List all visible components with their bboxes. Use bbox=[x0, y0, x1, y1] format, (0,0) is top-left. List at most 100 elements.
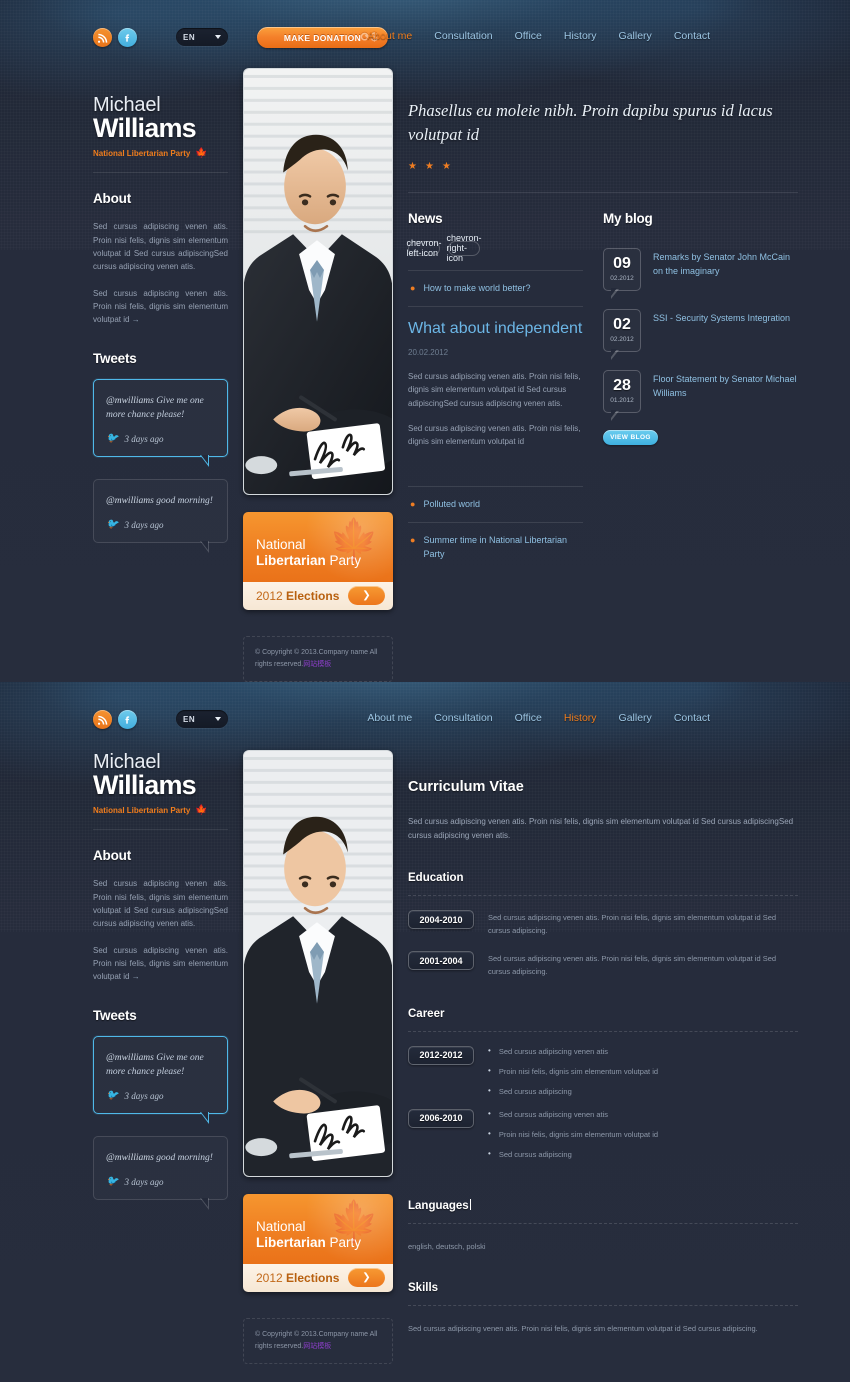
bullet-icon: • bbox=[488, 1148, 491, 1158]
language-value: EN bbox=[183, 714, 196, 724]
tweet-time: 3 days ago bbox=[124, 1176, 164, 1187]
language-selector[interactable]: EN bbox=[176, 710, 228, 728]
chevron-down-icon bbox=[215, 35, 221, 39]
tweet-item[interactable]: @mwilliams good morning! 🐦 3 days ago bbox=[93, 479, 228, 554]
banner-top: 🍁 National Libertarian Party bbox=[243, 1194, 393, 1264]
tweet-handle[interactable]: @mwilliams bbox=[106, 396, 154, 406]
facebook-icon[interactable] bbox=[118, 710, 137, 729]
tweet-tail-inner bbox=[201, 455, 208, 465]
brand-logo[interactable]: Michael Williams National Libertarian Pa… bbox=[93, 95, 228, 160]
career-row: 2012-2012 • Sed cursus adipiscing venen a… bbox=[408, 1045, 798, 1107]
nav-item-consultation[interactable]: Consultation bbox=[434, 30, 492, 42]
news-list-item[interactable]: ● Polluted world bbox=[408, 487, 583, 523]
nav-item-about-me[interactable]: About me bbox=[367, 30, 412, 42]
career-item-text: Sed cursus adipiscing venen atis bbox=[498, 1109, 609, 1119]
date-badge: 02 02.2012 bbox=[603, 308, 641, 360]
brand-logo[interactable]: Michael Williams National Libertarian Pa… bbox=[93, 752, 228, 817]
brand-party-label: National Libertarian Party bbox=[93, 806, 191, 816]
tweet-tail-inner bbox=[201, 1198, 208, 1208]
tweet-handle[interactable]: @mwilliams bbox=[106, 496, 154, 506]
about-paragraph-2-text: Sed cursus adipiscing venen atis. Proin … bbox=[93, 289, 228, 325]
footer-copyright: © Copyright © 2013.Company name All righ… bbox=[243, 636, 393, 682]
chevron-right-icon: chevron-right-icon bbox=[446, 233, 482, 264]
tweet-item[interactable]: @mwilliams Give me one more chance pleas… bbox=[93, 1035, 228, 1125]
maple-leaf-icon: 🍁 bbox=[195, 148, 208, 160]
tweet-meta: 🐦 3 days ago bbox=[106, 519, 215, 530]
news-next-button[interactable]: chevron-right-icon bbox=[447, 233, 482, 263]
party-banner[interactable]: 🍁 National Libertarian Party 2012 Electi… bbox=[243, 512, 393, 610]
nav-item-history[interactable]: History bbox=[564, 30, 597, 42]
tweet-body: good morning! bbox=[156, 1153, 213, 1164]
bullet-icon: ● bbox=[410, 498, 416, 509]
news-headline[interactable]: What about independent bbox=[408, 319, 583, 339]
main-content: Phasellus eu moleie nibh. Proin dapibu s… bbox=[407, 75, 798, 572]
tweet-text: @mwilliams Give me one more chance pleas… bbox=[106, 1051, 215, 1080]
tweets-title: Tweets bbox=[93, 1007, 137, 1023]
party-banner[interactable]: 🍁 National Libertarian Party 2012 Electi… bbox=[243, 1194, 393, 1292]
view-blog-button[interactable]: VIEW BLOG bbox=[603, 429, 658, 445]
languages-value: english, deutsch, polski bbox=[408, 1241, 486, 1251]
nav-item-office[interactable]: Office bbox=[515, 30, 542, 42]
bullet-icon: • bbox=[488, 1065, 491, 1075]
nav-item-gallery[interactable]: Gallery bbox=[619, 30, 652, 42]
banner-go-button[interactable]: ❯ bbox=[348, 1268, 385, 1287]
career-title: Career bbox=[408, 1007, 445, 1020]
tweet-handle[interactable]: @mwilliams bbox=[106, 1153, 154, 1163]
tweet-item[interactable]: @mwilliams good morning! 🐦 3 days ago bbox=[93, 1136, 228, 1211]
languages-title[interactable]: Languages bbox=[408, 1198, 798, 1212]
about-title: About bbox=[93, 191, 131, 207]
nav-item-history[interactable]: History bbox=[564, 712, 597, 724]
facebook-icon[interactable] bbox=[118, 28, 137, 47]
language-selector[interactable]: EN bbox=[176, 28, 228, 46]
tweet-item[interactable]: @mwilliams Give me one more chance pleas… bbox=[93, 378, 228, 468]
blog-entry[interactable]: 02 02.2012 SSI - Security Systems Integr… bbox=[603, 308, 798, 360]
date-monthyear: 02.2012 bbox=[610, 336, 634, 344]
nav-item-contact[interactable]: Contact bbox=[674, 30, 710, 42]
maple-leaf-icon: 🍁 bbox=[329, 1200, 379, 1244]
arrow-right-icon[interactable]: → bbox=[132, 315, 140, 324]
year-badge: 2001-2004 bbox=[408, 951, 474, 971]
chevron-right-icon: ❯ bbox=[362, 590, 371, 601]
social-links bbox=[93, 28, 137, 47]
banner-line-2-bold: Libertarian bbox=[256, 552, 326, 568]
about-paragraph-2: Sed cursus adipiscing venen atis. Proin … bbox=[93, 287, 228, 327]
banner-elections-label: Elections bbox=[286, 589, 340, 603]
footer-cn-text: 网站模板 bbox=[303, 660, 332, 668]
nav-item-consultation[interactable]: Consultation bbox=[434, 712, 492, 724]
education-title: Education bbox=[408, 872, 464, 884]
tweet-handle[interactable]: @mwilliams bbox=[106, 1053, 154, 1063]
career-item-text: Proin nisi felis, dignis sim elementum v… bbox=[498, 1129, 659, 1139]
bubble-tail-inner bbox=[611, 287, 617, 296]
about-paragraph-1: Sed cursus adipiscing venen atis. Proin … bbox=[93, 879, 228, 928]
career-item-text: Sed cursus adipiscing bbox=[498, 1149, 572, 1159]
rss-icon[interactable] bbox=[93, 28, 112, 47]
maple-leaf-icon: 🍁 bbox=[329, 518, 379, 562]
brand-last-name: Williams bbox=[93, 770, 197, 800]
rss-icon[interactable] bbox=[93, 710, 112, 729]
news-list-item[interactable]: ● How to make world better? bbox=[408, 271, 583, 307]
year-badge: 2004-2010 bbox=[408, 910, 474, 929]
news-list-item[interactable]: ● Summer time in National Libertarian Pa… bbox=[408, 523, 583, 572]
divider bbox=[408, 1030, 798, 1032]
arrow-right-icon[interactable]: → bbox=[132, 972, 140, 981]
social-links bbox=[93, 710, 137, 729]
blog-entry[interactable]: 09 02.2012 Remarks by Senator John McCai… bbox=[603, 247, 798, 299]
tweet-meta: 🐦 3 days ago bbox=[106, 433, 215, 444]
banner-go-button[interactable]: ❯ bbox=[348, 586, 385, 605]
nav-item-contact[interactable]: Contact bbox=[674, 712, 710, 724]
nav-item-office[interactable]: Office bbox=[515, 712, 542, 724]
career-list-item: • Sed cursus adipiscing bbox=[488, 1086, 658, 1096]
news-prev-button[interactable]: chevron-left-icon bbox=[407, 238, 442, 258]
bullet-icon: ● bbox=[410, 535, 416, 546]
nav-item-about-me[interactable]: About me bbox=[367, 712, 412, 724]
bullet-icon: ● bbox=[410, 282, 416, 293]
date-badge: 28 01.2012 bbox=[603, 369, 641, 421]
star-icon: ★ bbox=[408, 160, 417, 172]
banner-bottom: 2012 Elections ❯ bbox=[243, 1264, 393, 1292]
education-row: 2004-2010 Sed cursus adipiscing venen at… bbox=[408, 910, 798, 937]
divider bbox=[93, 829, 228, 831]
blog-entry-title: Remarks by Senator John McCain on the im… bbox=[653, 251, 791, 276]
blog-entry[interactable]: 28 01.2012 Floor Statement by Senator Mi… bbox=[603, 369, 798, 421]
news-body-paragraph-2: Sed cursus adipiscing venen atis. Proin … bbox=[408, 423, 581, 447]
nav-item-gallery[interactable]: Gallery bbox=[619, 712, 652, 724]
